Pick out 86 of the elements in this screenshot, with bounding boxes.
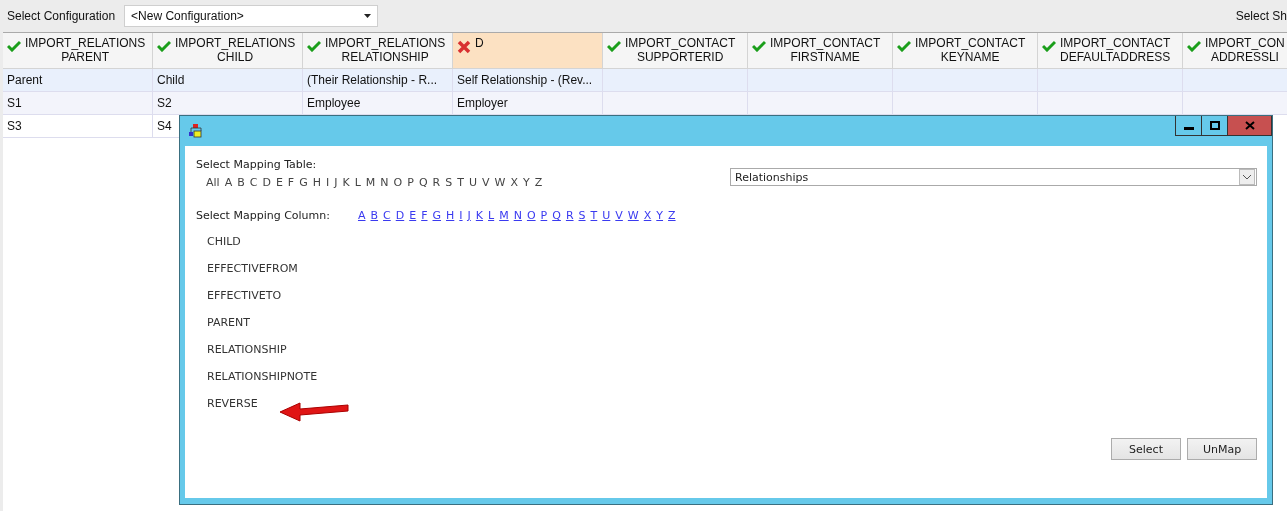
column-header[interactable]: IMPORT_RELATIONS RELATIONSHIP xyxy=(303,33,453,69)
letter-filter[interactable]: O xyxy=(393,176,403,189)
letter-link[interactable]: H xyxy=(446,209,455,222)
column-header[interactable]: IMPORT_CONTACT KEYNAME xyxy=(893,33,1038,69)
table-cell: S2 xyxy=(153,92,303,115)
letter-link[interactable]: T xyxy=(590,209,598,222)
table-cell: S1 xyxy=(3,92,153,115)
letter-link[interactable]: S xyxy=(578,209,586,222)
letter-filter[interactable]: N xyxy=(380,176,389,189)
letter-link[interactable]: I xyxy=(459,209,463,222)
letter-link[interactable]: C xyxy=(383,209,391,222)
column-header[interactable]: IMPORT_CONTACT DEFAULTADDRESS xyxy=(1038,33,1183,69)
configuration-label: Select Configuration xyxy=(7,9,116,23)
letter-filter[interactable]: B xyxy=(237,176,245,189)
letter-filter[interactable]: R xyxy=(432,176,441,189)
select-sheet-label: Select Sh xyxy=(1235,9,1287,23)
configuration-dropdown[interactable]: <New Configuration> xyxy=(124,5,379,27)
column-header[interactable]: IMPORT_CONTACT FIRSTNAME xyxy=(748,33,893,69)
letter-filter[interactable]: T xyxy=(457,176,464,189)
letter-filter[interactable]: F xyxy=(287,176,295,189)
column-item[interactable]: REVERSE xyxy=(207,397,1257,410)
table-cell: Child xyxy=(153,69,303,92)
letter-filter[interactable]: C xyxy=(249,176,258,189)
letter-link[interactable]: F xyxy=(421,209,428,222)
letter-link[interactable]: R xyxy=(565,209,574,222)
letter-link[interactable]: U xyxy=(602,209,611,222)
letter-link[interactable]: V xyxy=(615,209,623,222)
letter-filter[interactable]: P xyxy=(407,176,414,189)
letter-link[interactable]: M xyxy=(499,209,509,222)
letter-filter[interactable]: H xyxy=(312,176,321,189)
letter-link[interactable]: L xyxy=(488,209,495,222)
column-item[interactable]: CHILD xyxy=(207,235,1257,248)
column-item[interactable]: PARENT xyxy=(207,316,1257,329)
table-cell: Employer xyxy=(453,92,603,115)
table-cell: (Their Relationship - R... xyxy=(303,69,453,92)
letter-filter[interactable]: Y xyxy=(522,176,530,189)
letter-filter[interactable]: K xyxy=(342,176,350,189)
mapping-column-label: Select Mapping Column: xyxy=(196,209,330,222)
column-header[interactable]: IMPORT_RELATIONS CHILD xyxy=(153,33,303,69)
mapping-table-dropdown[interactable]: Relationships xyxy=(730,168,1257,186)
letter-link[interactable]: N xyxy=(513,209,522,222)
letter-filter[interactable]: W xyxy=(494,176,506,189)
letter-filter[interactable]: Z xyxy=(534,176,543,189)
letter-link[interactable]: P xyxy=(540,209,548,222)
column-item[interactable]: EFFECTIVEFROM xyxy=(207,262,1257,275)
table-cell: S3 xyxy=(3,115,153,138)
letter-filter[interactable]: G xyxy=(299,176,308,189)
column-header[interactable]: D xyxy=(453,33,603,69)
letter-link[interactable]: Z xyxy=(668,209,676,222)
letter-filter[interactable]: D xyxy=(262,176,271,189)
letter-link[interactable]: Y xyxy=(656,209,664,222)
column-header[interactable]: IMPORT_CONTACT SUPPORTERID xyxy=(603,33,748,69)
column-item[interactable]: EFFECTIVETO xyxy=(207,289,1257,302)
letter-link[interactable]: X xyxy=(643,209,652,222)
letter-filter[interactable]: All xyxy=(206,176,220,189)
column-header[interactable]: IMPORT_CON ADDRESSLI xyxy=(1183,33,1287,69)
letter-link[interactable]: G xyxy=(432,209,442,222)
letter-filter[interactable]: X xyxy=(510,176,518,189)
table-cell: Employee xyxy=(303,92,453,115)
mapping-table-label: Select Mapping Table: xyxy=(196,158,317,171)
letter-link[interactable]: O xyxy=(526,209,536,222)
letter-link[interactable]: B xyxy=(370,209,379,222)
dialog-button[interactable]: Select xyxy=(1111,438,1181,460)
dialog-button[interactable]: UnMap xyxy=(1187,438,1257,460)
column-item[interactable]: RELATIONSHIP xyxy=(207,343,1257,356)
letter-link[interactable]: K xyxy=(475,209,484,222)
letter-filter[interactable]: Q xyxy=(418,176,428,189)
letter-link[interactable]: A xyxy=(357,209,366,222)
letter-filter[interactable]: U xyxy=(468,176,477,189)
column-item[interactable]: RELATIONSHIPNOTE xyxy=(207,370,1257,383)
letter-filter[interactable]: A xyxy=(224,176,233,189)
letter-filter[interactable]: J xyxy=(334,176,338,189)
column-header[interactable]: IMPORT_RELATIONS PARENT xyxy=(3,33,153,69)
letter-filter[interactable]: L xyxy=(354,176,361,189)
table-cell: Self Relationship - (Rev... xyxy=(453,69,603,92)
letter-link[interactable]: D xyxy=(395,209,405,222)
letter-link[interactable]: W xyxy=(627,209,639,222)
letter-link[interactable]: J xyxy=(467,209,471,222)
letter-filter[interactable]: M xyxy=(365,176,376,189)
table-cell: Parent xyxy=(3,69,153,92)
letter-link[interactable]: E xyxy=(409,209,417,222)
letter-filter[interactable]: E xyxy=(275,176,283,189)
letter-filter[interactable]: V xyxy=(482,176,490,189)
letter-filter[interactable]: S xyxy=(445,176,453,189)
letter-link[interactable]: Q xyxy=(552,209,561,222)
letter-filter[interactable]: I xyxy=(326,176,330,189)
